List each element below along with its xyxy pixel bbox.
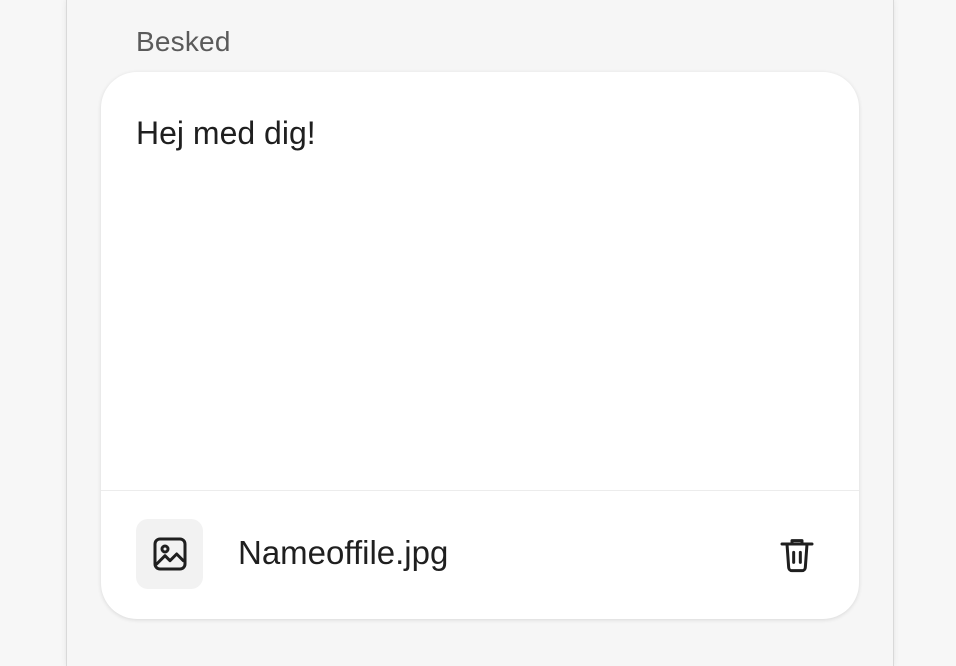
message-textarea[interactable]: Hej med dig! bbox=[136, 114, 316, 152]
message-label: Besked bbox=[136, 26, 231, 57]
image-icon bbox=[153, 537, 186, 571]
attachment-file-name: Nameoffile.jpg bbox=[238, 534, 449, 571]
trash-icon bbox=[780, 539, 814, 573]
delete-attachment-button[interactable] bbox=[773, 530, 821, 578]
divider bbox=[101, 490, 859, 491]
message-card: Hej med dig! Nameoffile.jpg bbox=[101, 72, 859, 619]
attachment-thumbnail[interactable] bbox=[136, 519, 203, 589]
